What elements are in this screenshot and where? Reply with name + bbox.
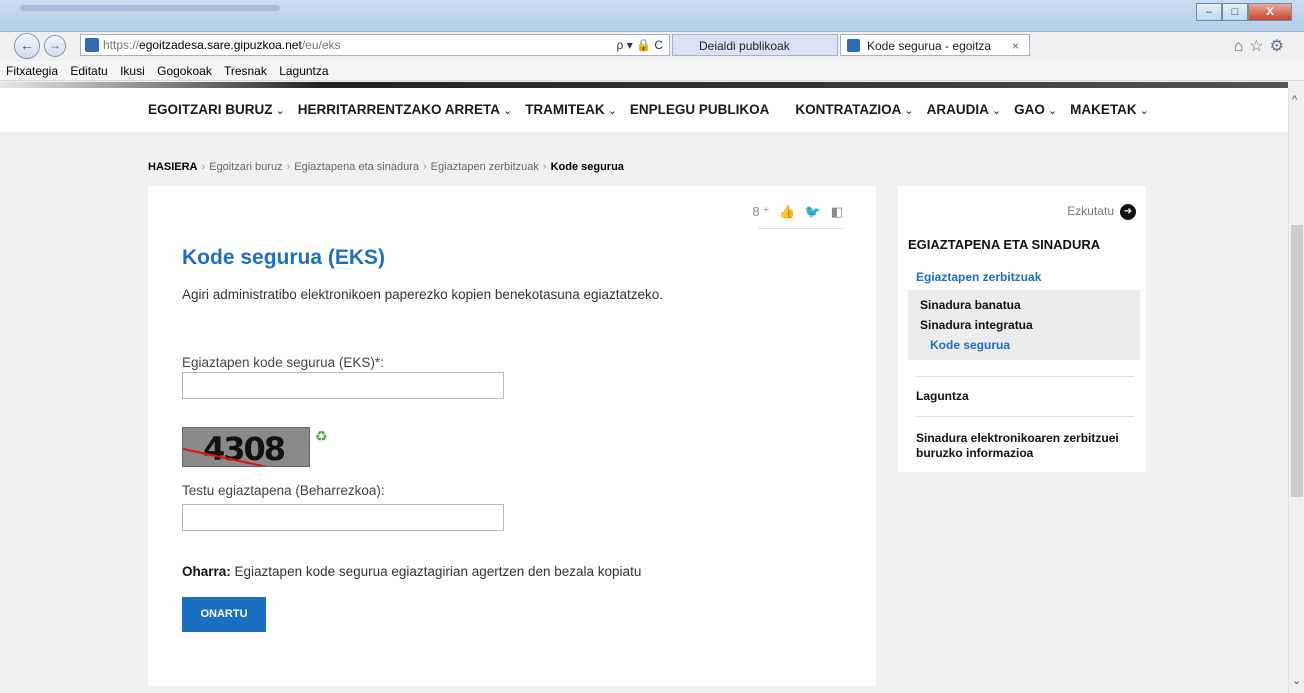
eks-code-label: Egiaztapen kode segurua (EKS)*: xyxy=(182,355,384,370)
tab-kode-segurua[interactable]: Kode segurua - egoitza × xyxy=(840,34,1030,56)
forward-button[interactable]: → xyxy=(44,35,66,57)
divider xyxy=(916,376,1134,377)
note-text: Oharra: Egiaztapen kode segurua egiaztag… xyxy=(182,564,641,579)
breadcrumb-zerbitzuak[interactable]: Egiaztapen zerbitzuak xyxy=(431,161,539,173)
browser-toolbar-icons[interactable]: ⌂☆⚙ xyxy=(1234,36,1290,56)
chevron-down-icon: ⌄ xyxy=(502,105,513,117)
chevron-down-icon: ⌄ xyxy=(991,105,1002,117)
sidebar-item-sinadura-integratua[interactable]: Sinadura integratua xyxy=(920,318,1033,332)
window-controls: – □ X xyxy=(1196,3,1292,21)
breadcrumb-separator: › xyxy=(542,161,547,173)
sidebar-link-laguntza[interactable]: Laguntza xyxy=(916,389,1131,404)
chevron-down-icon: ⌄ xyxy=(1047,105,1058,117)
nav-herritarrentzako-arreta[interactable]: HERRITARRENTZAKO ARRETA ⌄ xyxy=(298,102,512,117)
divider xyxy=(916,416,1134,417)
divider xyxy=(758,228,844,229)
nav-maketak[interactable]: MAKETAK ⌄ xyxy=(1070,102,1149,117)
chevron-down-icon: ⌄ xyxy=(275,105,285,117)
breadcrumb-separator: › xyxy=(423,161,427,173)
scroll-thumb[interactable] xyxy=(1291,225,1303,497)
sidebar-submenu: Sinadura banatua Sinadura integratua Kod… xyxy=(908,290,1140,360)
nav-enplegu-publikoa[interactable]: ENPLEGU PUBLIKOA xyxy=(630,102,770,117)
breadcrumb-egiaztapena[interactable]: Egiaztapena eta sinadura xyxy=(294,161,419,173)
menu-bar: Fitxategia Editatu Ikusi Gogokoak Tresna… xyxy=(0,61,1304,81)
back-button[interactable]: ← xyxy=(14,33,40,59)
tab-close-icon[interactable]: × xyxy=(1012,35,1019,57)
sidebar-heading: EGIAZTAPENA ETA SINADURA xyxy=(908,237,1101,252)
chevron-down-icon: ⌄ xyxy=(1139,105,1149,117)
share-icons[interactable]: 8⁺ 👍 🐦 ◧ xyxy=(752,204,846,220)
breadcrumb-separator: › xyxy=(201,161,206,173)
menu-gogokoak[interactable]: Gogokoak xyxy=(157,64,212,78)
nav-gao[interactable]: GAO ⌄ xyxy=(1014,102,1057,117)
menu-editatu[interactable]: Editatu xyxy=(70,64,107,78)
minimize-button[interactable]: – xyxy=(1196,3,1222,21)
sidebar: Ezkutatu ➜ EGIAZTAPENA ETA SINADURA Egiaz… xyxy=(898,186,1146,472)
arrow-right-icon: ➜ xyxy=(1120,204,1136,220)
window-titlebar: – □ X xyxy=(0,0,1304,32)
intro-text: Agiri administratibo elektronikoen paper… xyxy=(182,287,664,302)
menu-laguntza[interactable]: Laguntza xyxy=(279,64,328,78)
main-navigation: EGOITZARI BURUZ ⌄ HERRITARRENTZAKO ARRETA… xyxy=(0,88,1288,132)
close-window-button[interactable]: X xyxy=(1248,3,1292,21)
site-favicon-icon xyxy=(85,38,99,52)
nav-kontratazioa[interactable]: KONTRATAZIOA ⌄ xyxy=(795,102,913,117)
vertical-scrollbar[interactable]: ^ ⌄ xyxy=(1288,88,1304,693)
menu-ikusi[interactable]: Ikusi xyxy=(120,64,145,78)
menu-tresnak[interactable]: Tresnak xyxy=(224,64,267,78)
page-title: Kode segurua (EKS) xyxy=(182,246,386,269)
breadcrumb-current: Kode segurua xyxy=(550,161,624,173)
scroll-up-icon[interactable]: ^ xyxy=(1292,94,1297,106)
maximize-button[interactable]: □ xyxy=(1222,3,1248,21)
chevron-down-icon: ⌄ xyxy=(904,105,914,117)
url-domain: egoitzadesa.sare.gipuzkoa.net xyxy=(139,38,302,52)
tab-label: Deialdi publikoak xyxy=(699,39,790,53)
captcha-verify-input[interactable] xyxy=(182,504,504,531)
submit-button[interactable]: ONARTU xyxy=(182,597,266,632)
eks-code-input[interactable] xyxy=(182,372,504,399)
sidebar-item-sinadura-banatua[interactable]: Sinadura banatua xyxy=(920,298,1021,312)
tab-deialdi-publikoak[interactable]: Deialdi publikoak xyxy=(672,34,838,56)
note-body: Egiaztapen kode segurua egiaztagirian ag… xyxy=(230,564,642,579)
note-label: Oharra: xyxy=(182,564,231,579)
menu-fitxategia[interactable]: Fitxategia xyxy=(6,64,58,78)
address-bar[interactable]: https://egoitzadesa.sare.gipuzkoa.net/eu… xyxy=(80,34,670,56)
refresh-captcha-icon[interactable]: ♻ xyxy=(315,428,328,445)
sidebar-item-kode-segurua[interactable]: Kode segurua xyxy=(930,338,1010,352)
tab-label: Kode segurua - egoitza xyxy=(867,39,992,53)
window-title xyxy=(20,5,280,11)
breadcrumb-separator: › xyxy=(286,161,291,173)
sidebar-link-info[interactable]: Sinadura elektronikoaren zerbitzuei buru… xyxy=(916,431,1131,461)
nav-egoitzari-buruz[interactable]: EGOITZARI BURUZ ⌄ xyxy=(148,102,285,117)
scroll-down-icon[interactable]: ⌄ xyxy=(1292,674,1301,687)
main-content-card: 8⁺ 👍 🐦 ◧ Kode segurua (EKS) Agiri admini… xyxy=(148,186,876,686)
chevron-down-icon: ⌄ xyxy=(607,105,617,117)
url-path: /eu/eks xyxy=(301,38,341,52)
tab-favicon-icon xyxy=(847,39,860,52)
breadcrumb-home[interactable]: HASIERA xyxy=(148,161,198,173)
breadcrumb: HASIERA › Egoitzari buruz › Egiaztapena eta … xyxy=(148,161,624,173)
page-content: EGOITZARI BURUZ ⌄ HERRITARRENTZAKO ARRETA… xyxy=(0,88,1288,693)
nav-tramiteak[interactable]: TRAMITEAK ⌄ xyxy=(525,102,617,117)
captcha-image: 4308 xyxy=(182,427,310,467)
nav-araudia[interactable]: ARAUDIA ⌄ xyxy=(927,102,1001,117)
url-prefix: https:// xyxy=(103,38,140,52)
address-tools-icons[interactable]: ρ ▾ 🔒 C xyxy=(617,35,663,55)
breadcrumb-egoitzari-buruz[interactable]: Egoitzari buruz xyxy=(209,161,282,173)
sidebar-section-link[interactable]: Egiaztapen zerbitzuak xyxy=(916,270,1041,284)
hide-sidebar-link[interactable]: Ezkutatu ➜ xyxy=(1067,204,1136,220)
captcha-verify-label: Testu egiaztapena (Beharrezkoa): xyxy=(182,483,385,498)
